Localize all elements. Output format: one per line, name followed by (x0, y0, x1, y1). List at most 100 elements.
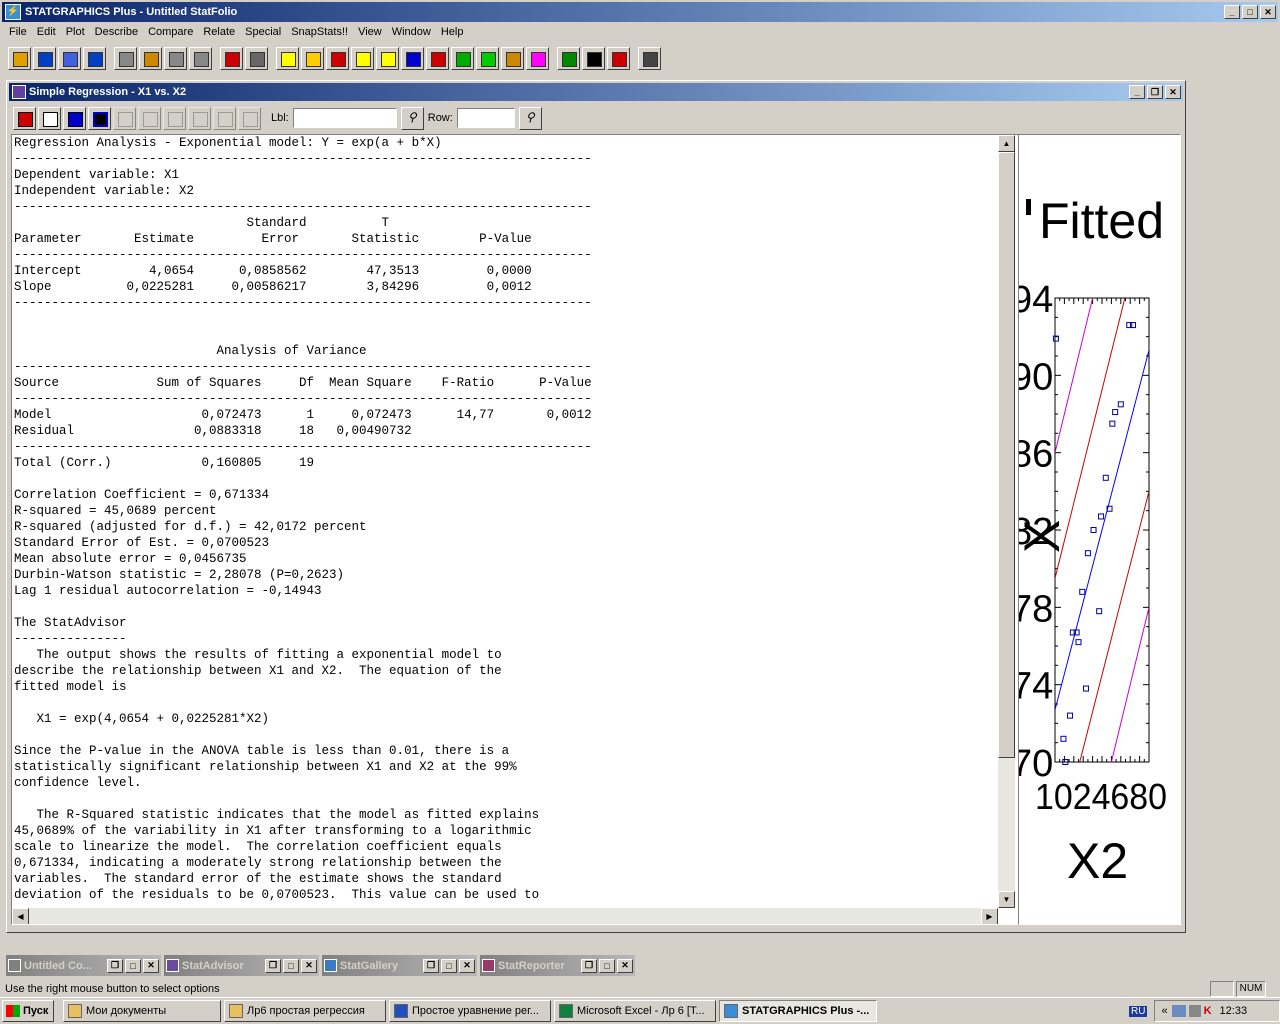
minimized-window-0[interactable]: Untitled Co... ❐ □ ✕ (6, 955, 161, 976)
bell-curve-icon[interactable] (426, 47, 449, 70)
tree-icon[interactable] (501, 47, 524, 70)
trend-icon[interactable] (451, 47, 474, 70)
save-icon[interactable] (33, 47, 56, 70)
horizontal-scrollbar[interactable]: ◀ ▶ (12, 908, 998, 924)
taskbar-item-3[interactable]: Microsoft Excel - Лр 6 [Т... (554, 1000, 716, 1022)
data-point (1060, 735, 1067, 742)
menu-describe[interactable]: Describe (90, 23, 143, 41)
menu-file[interactable]: File (4, 23, 32, 41)
stat-icon[interactable] (301, 47, 324, 70)
app-titlebar[interactable]: ⚡ STATGRAPHICS Plus - Untitled StatFolio… (2, 2, 1278, 22)
analysis-output-text: Regression Analysis - Exponential model:… (14, 136, 592, 902)
clock[interactable]: 12:33 (1220, 1005, 1248, 1017)
smooth-icon[interactable] (238, 106, 261, 130)
help-icon[interactable] (607, 47, 630, 70)
child-restore-button[interactable]: ❐ (1147, 85, 1163, 99)
maximize-button[interactable]: □ (1242, 5, 1258, 19)
scatter-icon[interactable] (276, 47, 299, 70)
taskbar-item-0[interactable]: Мои документы (63, 1000, 221, 1022)
calculator-icon[interactable] (638, 47, 661, 70)
antivirus-icon[interactable]: K (1204, 1005, 1212, 1017)
restore-button[interactable]: ❐ (423, 958, 439, 973)
green-arrow-icon[interactable] (557, 47, 580, 70)
print-preview-icon[interactable] (245, 47, 268, 70)
menu-plot[interactable]: Plot (61, 23, 90, 41)
language-indicator[interactable]: RU (1129, 1005, 1148, 1017)
menu-view[interactable]: View (353, 23, 387, 41)
bar-chart-icon[interactable] (326, 47, 349, 70)
close-button[interactable]: ✕ (143, 958, 159, 973)
plot-pane[interactable]: Fitted X 94908682787470 1024680 X2 (1018, 134, 1181, 925)
lbl-field[interactable] (292, 108, 397, 128)
menu-help[interactable]: Help (436, 23, 469, 41)
print-icon-glyph (225, 52, 240, 67)
tabular-options-icon[interactable] (38, 106, 61, 130)
exclude-icon[interactable] (163, 106, 186, 130)
close-button[interactable]: ✕ (617, 958, 633, 973)
locate-icon[interactable] (213, 106, 236, 130)
start-button[interactable]: Пуск (2, 1000, 54, 1022)
minimized-window-1[interactable]: StatAdvisor ❐ □ ✕ (164, 955, 319, 976)
menu-special[interactable]: Special (240, 23, 286, 41)
vertical-scrollbar[interactable]: ▲ ▼ (998, 135, 1015, 908)
brush-icon[interactable] (188, 106, 211, 130)
regression-titlebar[interactable]: Simple Regression - X1 vs. X2 _ ❐ ✕ (9, 83, 1183, 101)
scroll-up-button[interactable]: ▲ (998, 135, 1015, 152)
restore-button[interactable]: ❐ (107, 958, 123, 973)
child-close-button[interactable]: ✕ (1165, 85, 1181, 99)
network-icon[interactable] (1171, 1005, 1186, 1017)
spreadsheet-icon[interactable] (58, 47, 81, 70)
maximize-button[interactable]: □ (599, 958, 615, 973)
taskbar-item-1[interactable]: Лр6 простая регрессия (224, 1000, 386, 1022)
pane-options-icon[interactable] (113, 106, 136, 130)
menu-relate[interactable]: Relate (198, 23, 240, 41)
copy-icon[interactable] (139, 47, 162, 70)
paste-icon[interactable] (164, 47, 187, 70)
open-folder-icon[interactable] (8, 47, 31, 70)
row-binoculars-icon[interactable]: ⚲ (518, 106, 542, 130)
output-pane[interactable]: Regression Analysis - Exponential model:… (11, 134, 1019, 925)
pink-matrix-icon[interactable] (526, 47, 549, 70)
undo-icon[interactable] (189, 47, 212, 70)
scroll-thumb[interactable] (998, 152, 1015, 758)
minimized-window-3[interactable]: StatReporter ❐ □ ✕ (480, 955, 635, 976)
wizard-icon[interactable] (582, 47, 605, 70)
globe-icon[interactable] (476, 47, 499, 70)
menu-snapstats[interactable]: SnapStats!! (286, 23, 353, 41)
save-results-icon[interactable] (88, 106, 111, 130)
minimize-button[interactable]: _ (1224, 5, 1240, 19)
regression-title: Simple Regression - X1 vs. X2 (29, 86, 187, 98)
taskbar-item-2[interactable]: Простое уравнение рег... (389, 1000, 551, 1022)
cross-icon[interactable] (351, 47, 374, 70)
menu-edit[interactable]: Edit (32, 23, 61, 41)
lbl-binoculars-icon[interactable]: ⚲ (400, 106, 424, 130)
close-button[interactable]: ✕ (1260, 5, 1276, 19)
data-icon[interactable] (83, 47, 106, 70)
wizard-icon-glyph (587, 52, 602, 67)
maximize-button[interactable]: □ (283, 958, 299, 973)
scroll-right-button[interactable]: ▶ (981, 908, 998, 924)
cut-icon[interactable] (114, 47, 137, 70)
line-chart-icon[interactable] (401, 47, 424, 70)
restore-button[interactable]: ❐ (265, 958, 281, 973)
tray-expand-icon[interactable]: « (1161, 1005, 1167, 1017)
input-dialog-icon[interactable] (13, 106, 36, 130)
close-button[interactable]: ✕ (301, 958, 317, 973)
volume-icon[interactable] (1188, 1005, 1201, 1017)
move-icon[interactable] (138, 106, 161, 130)
grid-chart-icon[interactable] (376, 47, 399, 70)
menu-window[interactable]: Window (387, 23, 436, 41)
maximize-button[interactable]: □ (125, 958, 141, 973)
print-icon[interactable] (220, 47, 243, 70)
maximize-button[interactable]: □ (441, 958, 457, 973)
scroll-down-button[interactable]: ▼ (998, 891, 1015, 908)
row-field[interactable] (456, 108, 515, 128)
scroll-left-button[interactable]: ◀ (12, 908, 29, 924)
graphical-options-icon[interactable] (63, 106, 86, 130)
close-button[interactable]: ✕ (459, 958, 475, 973)
taskbar-item-4[interactable]: STATGRAPHICS Plus -... (719, 1000, 877, 1022)
menu-compare[interactable]: Compare (143, 23, 198, 41)
child-minimize-button[interactable]: _ (1129, 85, 1145, 99)
restore-button[interactable]: ❐ (581, 958, 597, 973)
minimized-window-2[interactable]: StatGallery ❐ □ ✕ (322, 955, 477, 976)
